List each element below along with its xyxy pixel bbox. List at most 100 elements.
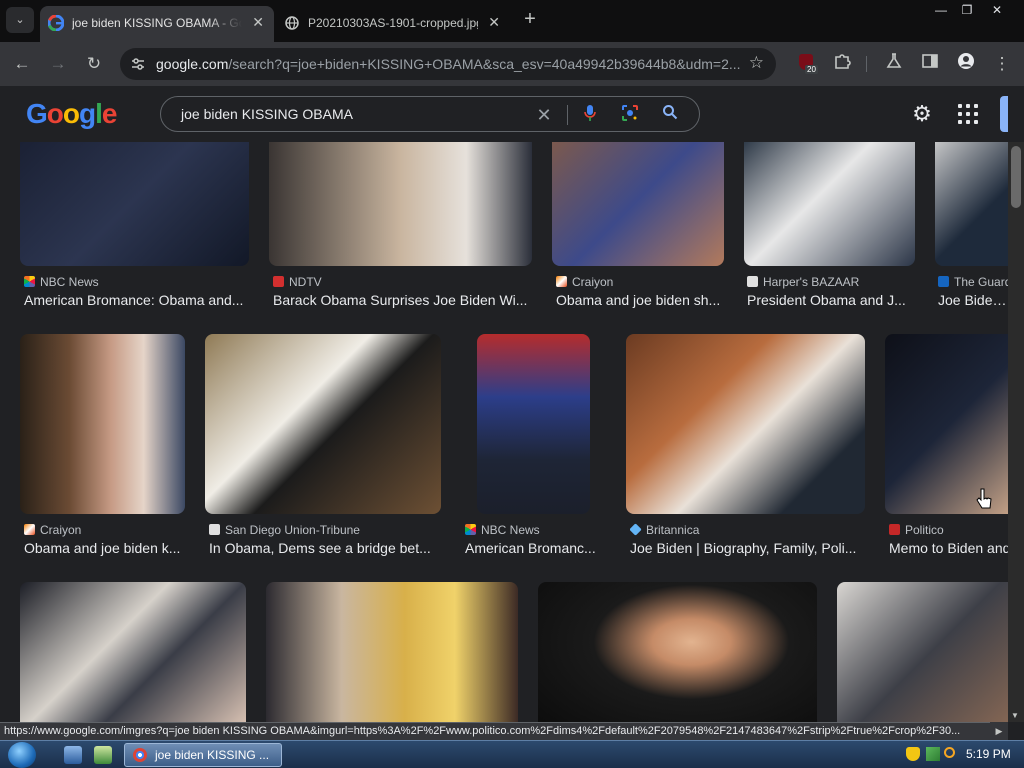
address-bar[interactable]: google.com/search?q=joe+biden+KISSING+OB… <box>120 48 776 80</box>
chevron-down-icon: ⌄ <box>15 14 25 26</box>
extension-badge: 20 <box>805 65 818 74</box>
result-image[interactable] <box>626 334 865 514</box>
url-domain: google.com <box>156 56 229 72</box>
source-name: The Guard <box>954 275 1008 289</box>
scroll-down-icon[interactable]: ▼ <box>1011 711 1019 720</box>
source-name: Politico <box>905 523 944 537</box>
tab-image-file[interactable]: P20210303AS-1901-cropped.jpg ✕ <box>276 6 510 42</box>
kebab-menu-icon: ⋮ <box>993 54 1011 73</box>
result-title[interactable]: In Obama, Dems see a bridge bet... <box>209 540 441 556</box>
sdut-favicon-icon <box>209 524 220 535</box>
network-tray-icon[interactable] <box>926 747 940 761</box>
windows-taskbar: joe biden KISSING ... 5:19 PM <box>0 740 1024 768</box>
result-title[interactable]: Obama and joe biden sh... <box>556 292 724 308</box>
result-image[interactable] <box>552 142 724 266</box>
close-tab-icon[interactable]: ✕ <box>252 14 264 31</box>
bazaar-favicon-icon <box>747 276 758 287</box>
result-source: Harper's BAZAAR <box>747 275 912 289</box>
search-tray-icon[interactable] <box>944 747 955 758</box>
tab-strip: ⌄ joe biden KISSING OBAMA - Google Searc… <box>0 0 1024 42</box>
start-button[interactable] <box>8 742 36 768</box>
close-tab-icon[interactable]: ✕ <box>488 14 500 31</box>
result-title[interactable]: President Obama and J... <box>747 292 915 308</box>
britannica-favicon-icon <box>630 523 642 536</box>
result-image[interactable] <box>269 142 532 266</box>
result-image[interactable] <box>20 582 246 722</box>
source-name: Craiyon <box>572 275 614 289</box>
result-title[interactable]: American Bromanc... <box>465 540 602 556</box>
reload-button[interactable]: ↻ <box>82 52 106 76</box>
politico-favicon-icon <box>889 524 900 535</box>
browser-menu-button[interactable]: ⋮ <box>990 52 1014 76</box>
result-image[interactable] <box>266 582 518 722</box>
source-name: NDTV <box>289 275 322 289</box>
side-panel-button[interactable] <box>918 52 942 76</box>
search-input[interactable]: joe biden KISSING OBAMA <box>181 106 353 122</box>
star-icon[interactable]: ☆ <box>749 53 764 73</box>
puzzle-icon <box>835 54 851 69</box>
close-icon: ✕ <box>991 3 1003 17</box>
logo-letter: o <box>62 98 80 129</box>
close-window-button[interactable]: ✕ <box>982 0 1012 20</box>
app-quicklaunch-icon[interactable] <box>94 746 112 764</box>
result-source: San Diego Union-Tribune <box>209 523 439 537</box>
craiyon-favicon-icon <box>24 524 35 535</box>
google-logo[interactable]: Google <box>26 98 118 130</box>
result-title[interactable]: American Bromance: Obama and... <box>24 292 249 308</box>
result-image[interactable] <box>20 142 249 266</box>
result-title[interactable]: Barack Obama Surprises Joe Biden Wi... <box>273 292 532 308</box>
nbc-favicon-icon <box>24 276 35 287</box>
result-image[interactable] <box>744 142 915 266</box>
result-image[interactable] <box>837 582 1008 722</box>
result-title[interactable]: Memo to Biden and <box>889 540 1008 556</box>
account-avatar[interactable] <box>1000 96 1008 132</box>
restore-icon: ❐ <box>961 3 973 17</box>
explorer-icon[interactable] <box>64 746 82 764</box>
labs-button[interactable] <box>882 52 906 76</box>
forward-button[interactable]: → <box>46 52 70 76</box>
logo-letter: l <box>95 98 103 129</box>
clear-icon[interactable]: ✕ <box>533 104 555 126</box>
scrollbar-thumb[interactable] <box>1011 146 1021 208</box>
taskbar-chrome-window[interactable]: joe biden KISSING ... <box>124 743 282 767</box>
minimize-icon: — <box>935 3 947 17</box>
lens-icon[interactable] <box>619 104 641 126</box>
vertical-scrollbar[interactable]: ▼ <box>1008 142 1024 722</box>
search-icon[interactable] <box>659 104 681 126</box>
logo-letter: e <box>101 98 118 129</box>
security-tray-icon[interactable] <box>906 747 920 761</box>
result-image[interactable] <box>538 582 817 722</box>
microphone-icon[interactable] <box>579 104 601 126</box>
new-tab-button[interactable]: + <box>518 8 542 31</box>
google-favicon-icon <box>48 15 64 31</box>
logo-letter: G <box>26 98 48 129</box>
result-image[interactable] <box>205 334 441 514</box>
source-name: Harper's BAZAAR <box>763 275 860 289</box>
result-image[interactable] <box>20 334 185 514</box>
tab-search-button[interactable]: ⌄ <box>6 7 34 33</box>
profile-icon <box>958 53 974 69</box>
ublock-extension-button[interactable]: 20 <box>796 52 818 76</box>
logo-letter: g <box>79 98 96 129</box>
scroll-right-icon[interactable]: ▶ <box>990 722 1008 740</box>
taskbar-clock[interactable]: 5:19 PM <box>966 747 1011 761</box>
google-apps-button[interactable] <box>954 100 982 128</box>
search-box[interactable]: joe biden KISSING OBAMA ✕ <box>160 96 700 132</box>
back-button[interactable]: ← <box>10 52 34 76</box>
result-title[interactable]: Joe Biden | Biography, Family, Poli... <box>630 540 865 556</box>
result-title[interactable]: Joe Biden: ... <box>938 292 1008 308</box>
result-image[interactable] <box>477 334 590 514</box>
result-image[interactable] <box>885 334 1008 514</box>
profile-button[interactable] <box>954 52 978 76</box>
plus-icon: + <box>524 8 536 30</box>
tab-google-search[interactable]: joe biden KISSING OBAMA - Google Search … <box>40 6 274 42</box>
extensions-button[interactable] <box>830 52 854 76</box>
site-info-icon[interactable] <box>130 56 146 72</box>
result-title[interactable]: Obama and joe biden k... <box>24 540 185 556</box>
restore-button[interactable]: ❐ <box>952 0 982 20</box>
result-source: The Guard <box>938 275 1008 289</box>
result-image[interactable] <box>935 142 1008 266</box>
status-bar-url: https://www.google.com/imgres?q=joe bide… <box>0 722 990 740</box>
settings-button[interactable]: ⚙ <box>908 100 936 128</box>
url-text[interactable]: google.com/search?q=joe+biden+KISSING+OB… <box>156 56 746 72</box>
